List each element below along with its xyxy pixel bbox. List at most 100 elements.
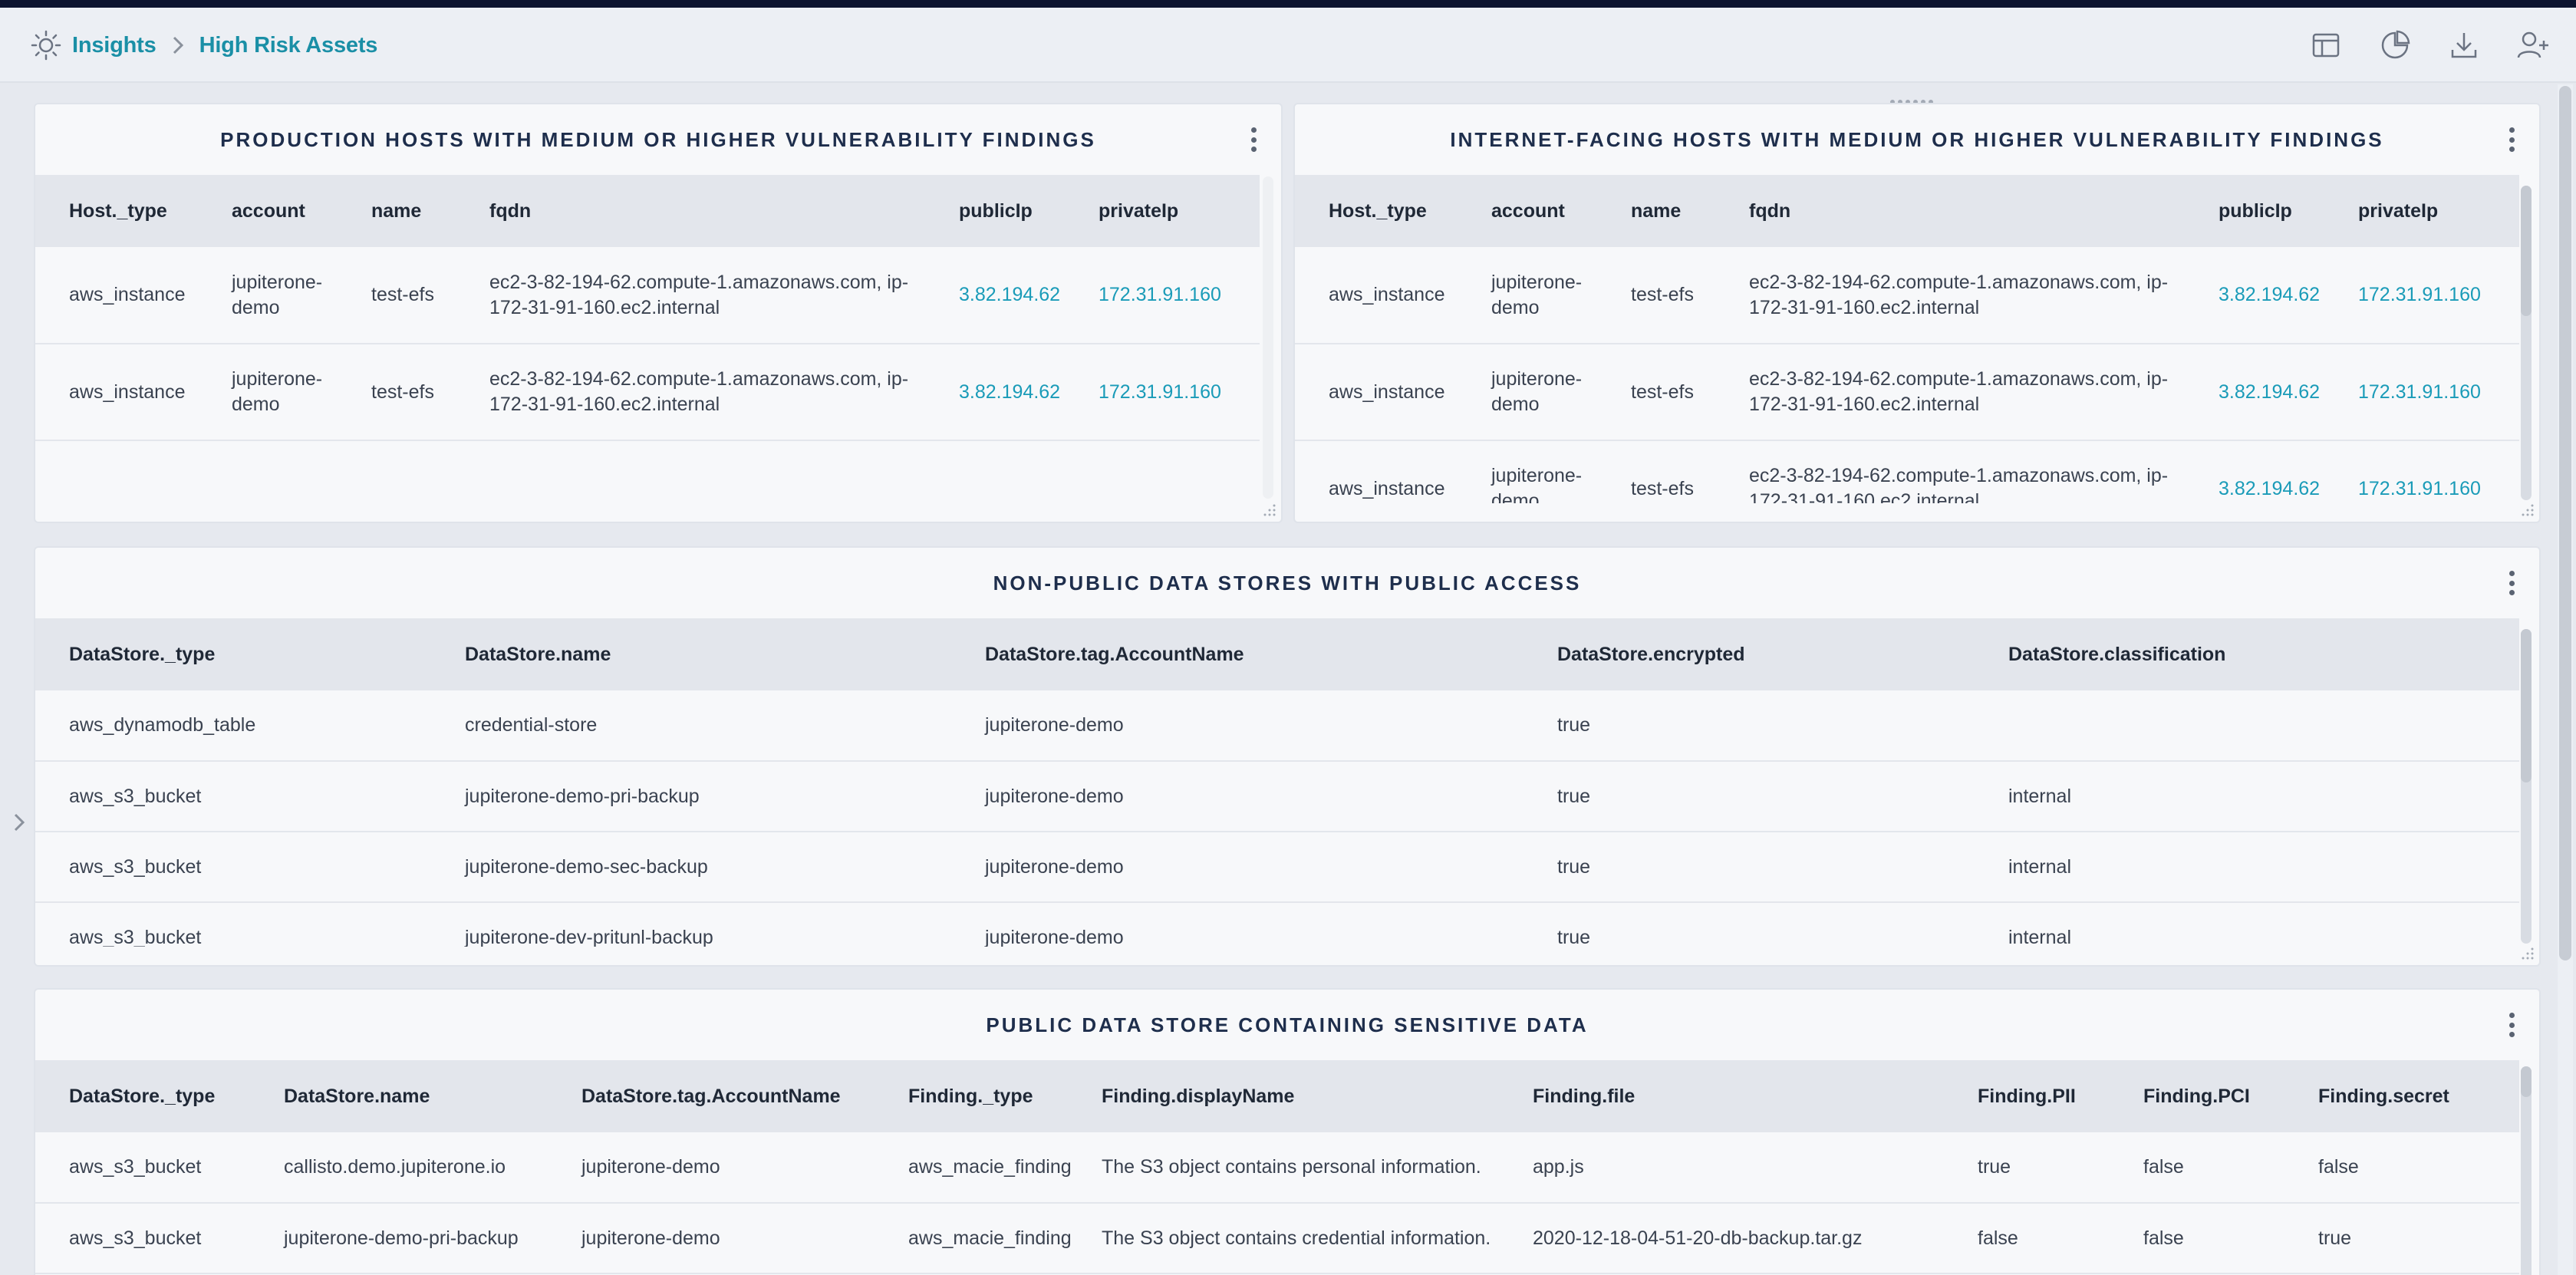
column-header[interactable]: privateIp	[2324, 175, 2519, 247]
add-user-icon[interactable]	[2515, 27, 2551, 64]
cell: jupiterone-demo	[548, 1203, 875, 1274]
breadcrumb-insights-link[interactable]: Insights	[72, 33, 156, 58]
cell: true	[1524, 832, 1975, 903]
cell: aws_macie_finding	[875, 1132, 1072, 1204]
page-scrollbar-thumb[interactable]	[2559, 86, 2571, 960]
column-header[interactable]: fqdn	[456, 175, 925, 247]
cell: false	[2110, 1132, 2284, 1204]
panel-title: INTERNET-FACING HOSTS WITH MEDIUM OR HIG…	[1450, 127, 2384, 151]
cell: jupiterone-demo-sec-backup	[431, 832, 951, 903]
column-header[interactable]: DataStore.tag.AccountName	[548, 1060, 875, 1132]
column-header[interactable]: DataStore.classification	[1975, 618, 2519, 690]
public-ip-link[interactable]: 3.82.194.62	[2185, 247, 2324, 344]
layout-icon[interactable]	[2308, 27, 2344, 64]
public-ip-link[interactable]: 3.82.194.62	[2185, 440, 2324, 503]
results-table: DataStore._type DataStore.name DataStore…	[35, 618, 2539, 947]
more-options-icon[interactable]	[2504, 1010, 2519, 1040]
column-header[interactable]: Host._type	[35, 175, 198, 247]
column-header[interactable]: Finding.secret	[2284, 1060, 2519, 1132]
table-row[interactable]: aws_instance jupiterone-demo test-efs ec…	[1295, 440, 2519, 503]
cell: aws_instance	[1295, 247, 1458, 344]
cell: true	[1944, 1132, 2110, 1204]
cell: true	[1524, 902, 1975, 947]
panel-title: PUBLIC DATA STORE CONTAINING SENSITIVE D…	[986, 1013, 1589, 1036]
cell: internal	[1975, 761, 2519, 832]
table-scrollbar[interactable]	[1263, 176, 1273, 499]
public-ip-link[interactable]: 3.82.194.62	[2185, 344, 2324, 441]
download-icon[interactable]	[2446, 27, 2482, 64]
column-header[interactable]: Finding.PII	[1944, 1060, 2110, 1132]
table-row[interactable]: aws_instance jupiterone-demo test-efs ec…	[1295, 247, 2519, 344]
table-row[interactable]: aws_instance jupiterone-demo test-efs ec…	[1295, 344, 2519, 441]
column-header[interactable]: name	[338, 175, 456, 247]
private-ip-link[interactable]: 172.31.91.160	[2324, 247, 2519, 344]
cell: test-efs	[338, 344, 456, 441]
table-scrollbar[interactable]	[2521, 1066, 2532, 1275]
cell: jupiterone-demo	[198, 247, 338, 344]
results-table: Host._type account name fqdn publicIp pr…	[35, 175, 1281, 522]
table-scrollbar[interactable]	[2521, 186, 2532, 500]
private-ip-link[interactable]: 172.31.91.160	[2324, 344, 2519, 441]
panel-public-data-store-sensitive: PUBLIC DATA STORE CONTAINING SENSITIVE D…	[34, 988, 2541, 1275]
resize-handle-icon[interactable]	[2521, 947, 2535, 960]
more-options-icon[interactable]	[1246, 124, 1261, 155]
private-ip-link[interactable]: 172.31.91.160	[1065, 247, 1260, 344]
column-header[interactable]: DataStore.name	[250, 1060, 548, 1132]
cell: jupiterone-demo	[951, 690, 1524, 762]
column-header[interactable]: DataStore._type	[35, 618, 431, 690]
sidebar-expand-chevron-icon[interactable]	[11, 810, 28, 838]
table-row[interactable]: aws_s3_bucket jupiterone-demo-pri-backup…	[35, 1203, 2519, 1274]
resize-handle-icon[interactable]	[1263, 503, 1276, 517]
cell: ec2-3-82-194-62.compute-1.amazonaws.com,…	[1715, 247, 2185, 344]
panel-title: PRODUCTION HOSTS WITH MEDIUM OR HIGHER V…	[220, 127, 1096, 151]
column-header[interactable]: DataStore.tag.AccountName	[951, 618, 1524, 690]
cell: aws_macie_finding	[875, 1203, 1072, 1274]
column-header[interactable]: Host._type	[1295, 175, 1458, 247]
column-header[interactable]: DataStore.encrypted	[1524, 618, 1975, 690]
more-options-icon[interactable]	[2504, 568, 2519, 598]
table-row[interactable]: aws_s3_bucket jupiterone-demo-pri-backup…	[35, 761, 2519, 832]
table-row[interactable]: aws_instance jupiterone-demo test-efs ec…	[35, 247, 1260, 344]
private-ip-link[interactable]: 172.31.91.160	[1065, 344, 1260, 441]
column-header[interactable]: name	[1597, 175, 1715, 247]
cell: credential-store	[431, 690, 951, 762]
column-header[interactable]: Finding.displayName	[1068, 1060, 1499, 1132]
column-header[interactable]: publicIp	[925, 175, 1065, 247]
column-header[interactable]: account	[1458, 175, 1597, 247]
column-header[interactable]: DataStore.name	[431, 618, 951, 690]
cell: 2020-12-18-04-51-20-db-backup.tar.gz	[1499, 1203, 1944, 1274]
column-header[interactable]: account	[198, 175, 338, 247]
cell: test-efs	[1597, 440, 1715, 503]
table-row[interactable]: aws_s3_bucket callisto.demo.jupiterone.i…	[35, 1132, 2519, 1204]
cell: ec2-3-82-194-62.compute-1.amazonaws.com,…	[456, 247, 925, 344]
breadcrumb: Insights High Risk Assets	[31, 8, 377, 83]
public-ip-link[interactable]: 3.82.194.62	[925, 344, 1065, 441]
column-header[interactable]: publicIp	[2185, 175, 2324, 247]
cell: ec2-3-82-194-62.compute-1.amazonaws.com,…	[1715, 344, 2185, 441]
table-row[interactable]: aws_s3_bucket jupiterone-demo-sec-backup…	[35, 832, 2519, 903]
table-row[interactable]: aws_dynamodb_table credential-store jupi…	[35, 690, 2519, 762]
column-header[interactable]: fqdn	[1715, 175, 2185, 247]
column-header[interactable]: DataStore._type	[35, 1060, 250, 1132]
breadcrumb-current[interactable]: High Risk Assets	[199, 33, 378, 58]
cell: jupiterone-dev-pritunl-backup	[431, 902, 951, 947]
more-options-icon[interactable]	[2504, 124, 2519, 155]
column-header[interactable]: Finding.file	[1499, 1060, 1944, 1132]
cell: aws_instance	[1295, 344, 1458, 441]
public-ip-link[interactable]: 3.82.194.62	[925, 247, 1065, 344]
column-header[interactable]: Finding.PCI	[2110, 1060, 2284, 1132]
resize-handle-icon[interactable]	[2521, 503, 2535, 517]
column-header[interactable]: privateIp	[1065, 175, 1260, 247]
table-row[interactable]: aws_s3_bucket jupiterone-dev-pritunl-bac…	[35, 902, 2519, 947]
table-row[interactable]: aws_instance jupiterone-demo test-efs ec…	[35, 344, 1260, 441]
cell: jupiterone-demo	[1458, 440, 1597, 503]
cell: The S3 object contains personal informat…	[1068, 1132, 1499, 1204]
table-scrollbar[interactable]	[2521, 629, 2532, 944]
column-header[interactable]: Finding._type	[875, 1060, 1068, 1132]
chart-pie-icon[interactable]	[2377, 27, 2413, 64]
cell: The S3 object contains credential inform…	[1068, 1203, 1499, 1274]
table-header-row: Host._type account name fqdn publicIp pr…	[35, 175, 1260, 247]
cell: aws_s3_bucket	[35, 1132, 250, 1204]
private-ip-link[interactable]: 172.31.91.160	[2324, 440, 2519, 503]
insights-sun-icon	[31, 30, 61, 61]
